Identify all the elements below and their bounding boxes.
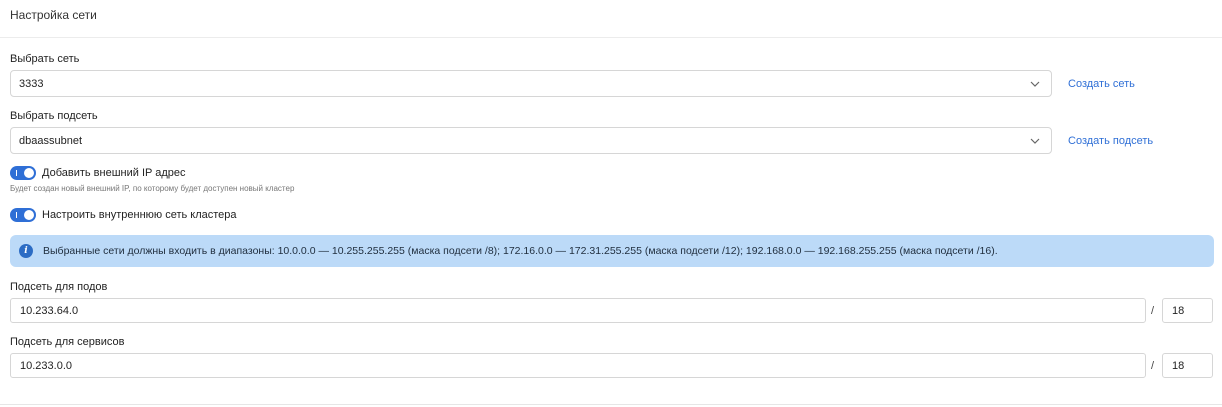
- info-icon: i: [19, 244, 33, 258]
- network-settings-panel: Настройка сети Выбрать сеть 3333 Создать…: [0, 0, 1222, 407]
- external-ip-label: Добавить внешний IP адрес: [42, 167, 186, 179]
- pod-subnet-value: 10.233.64.0: [20, 304, 79, 317]
- info-text: Выбранные сети должны входить в диапазон…: [43, 245, 998, 257]
- service-subnet-mask-value: 18: [1172, 359, 1185, 372]
- network-label: Выбрать сеть: [10, 53, 80, 65]
- create-subnet-link[interactable]: Создать подсеть: [1068, 135, 1153, 147]
- internal-network-toggle[interactable]: [10, 208, 36, 222]
- pod-subnet-input[interactable]: 10.233.64.0: [10, 298, 1146, 323]
- pod-subnet-separator: /: [1151, 305, 1155, 317]
- service-subnet-value: 10.233.0.0: [20, 359, 72, 372]
- toggle-knob: [24, 168, 34, 178]
- subnet-label: Выбрать подсеть: [10, 110, 98, 122]
- internal-network-row: Настроить внутреннюю сеть кластера: [10, 207, 237, 223]
- subnet-select-value: dbaassubnet: [19, 134, 82, 147]
- network-select-value: 3333: [19, 77, 44, 90]
- pod-subnet-mask-input[interactable]: 18: [1162, 298, 1213, 323]
- chevron-down-icon: [1030, 81, 1040, 87]
- service-subnet-label: Подсеть для сервисов: [10, 336, 125, 348]
- pod-subnet-mask-value: 18: [1172, 304, 1185, 317]
- service-subnet-mask-input[interactable]: 18: [1162, 353, 1213, 378]
- subnet-select[interactable]: dbaassubnet: [10, 127, 1052, 154]
- section-title: Настройка сети: [10, 8, 97, 22]
- chevron-down-icon: [1030, 138, 1040, 144]
- pod-subnet-label: Подсеть для подов: [10, 281, 108, 293]
- title-divider: [0, 37, 1222, 38]
- toggle-knob: [24, 210, 34, 220]
- external-ip-row: Добавить внешний IP адрес: [10, 165, 185, 181]
- external-ip-toggle[interactable]: [10, 166, 36, 180]
- service-subnet-separator: /: [1151, 360, 1155, 372]
- service-subnet-input[interactable]: 10.233.0.0: [10, 353, 1146, 378]
- bottom-divider: [0, 404, 1222, 405]
- create-network-link[interactable]: Создать сеть: [1068, 78, 1135, 90]
- network-select[interactable]: 3333: [10, 70, 1052, 97]
- info-banner: i Выбранные сети должны входить в диапаз…: [10, 235, 1214, 267]
- external-ip-hint: Будет создан новый внешний IP, по которо…: [10, 184, 295, 193]
- internal-network-label: Настроить внутреннюю сеть кластера: [42, 209, 237, 221]
